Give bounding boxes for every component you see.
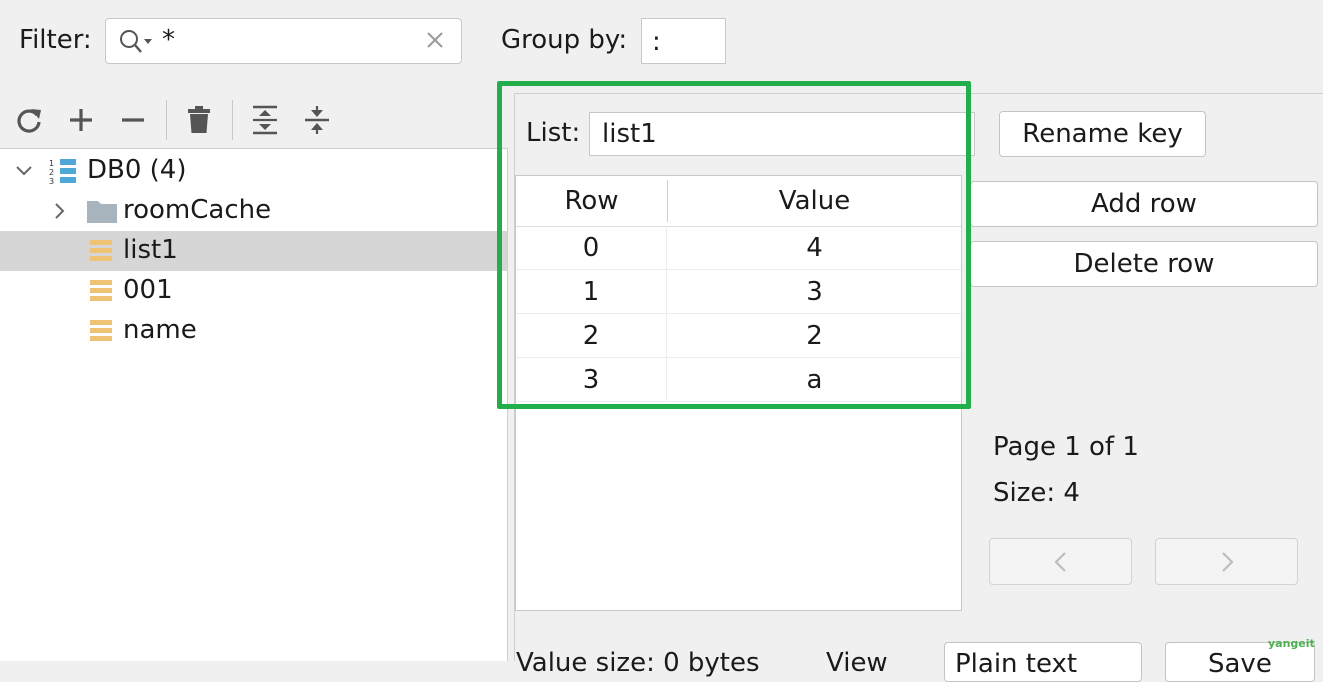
tree-db-row[interactable]: 1 2 3 DB0 (4) [0, 151, 507, 191]
save-button-label: Save [1208, 649, 1272, 679]
key-tree[interactable]: 1 2 3 DB0 (4) roomCache list1 001 name [0, 148, 508, 661]
remove-key-button[interactable] [115, 100, 151, 140]
highlight-box [497, 81, 971, 409]
list-key-icon [90, 320, 112, 341]
group-by-input[interactable]: : [641, 18, 726, 64]
remove-icon [122, 118, 144, 122]
expand-all-icon [253, 105, 277, 135]
reload-icon [17, 109, 41, 133]
folder-icon [87, 201, 117, 223]
view-mode-select[interactable]: Plain text [944, 642, 1142, 682]
expand-all-button[interactable] [247, 100, 283, 140]
tree-item-label: roomCache [123, 195, 272, 225]
tree-item-label: name [123, 315, 197, 345]
tree-db-label: DB0 (4) [87, 155, 187, 185]
toolbar-divider [166, 100, 167, 140]
next-page-button[interactable] [1155, 538, 1298, 585]
group-by-label: Group by: [501, 25, 628, 55]
add-key-button[interactable] [63, 100, 99, 140]
rename-key-button[interactable]: Rename key [999, 111, 1206, 157]
size-info: Size: 4 [993, 478, 1080, 508]
group-by-value: : [652, 27, 661, 57]
tree-item-label: 001 [123, 275, 173, 305]
list-key-icon [90, 280, 112, 301]
reload-button[interactable] [11, 100, 47, 140]
delete-button[interactable] [181, 100, 217, 140]
delete-icon [188, 106, 210, 133]
svg-text:2: 2 [49, 168, 54, 177]
chevron-left-icon [1053, 551, 1066, 572]
collapse-all-icon [305, 106, 329, 134]
tree-item-selected[interactable]: list1 [0, 231, 507, 271]
filter-label: Filter: [19, 25, 92, 55]
list-key-icon [90, 240, 112, 261]
svg-text:1: 1 [49, 159, 54, 168]
view-label: View [826, 648, 888, 678]
filter-input[interactable]: * [105, 18, 462, 64]
tree-item[interactable]: roomCache [0, 191, 507, 231]
search-icon[interactable] [118, 28, 154, 56]
tree-item-label: list1 [123, 235, 178, 265]
value-size-label: Value size: 0 bytes [516, 648, 760, 678]
tree-item[interactable]: name [0, 311, 507, 351]
view-mode-value: Plain text [955, 649, 1078, 679]
chevron-down-icon[interactable] [14, 161, 34, 181]
collapse-all-button[interactable] [299, 100, 335, 140]
previous-page-button[interactable] [989, 538, 1132, 585]
clear-icon[interactable] [423, 28, 447, 52]
toolbar-divider [232, 100, 233, 140]
tree-item[interactable]: 001 [0, 271, 507, 311]
page-info: Page 1 of 1 [993, 432, 1139, 462]
database-list-icon: 1 2 3 [49, 159, 76, 186]
chevron-right-icon [1221, 551, 1234, 572]
delete-row-button[interactable]: Delete row [970, 241, 1318, 287]
chevron-right-icon[interactable] [50, 201, 70, 221]
filter-value: * [162, 25, 175, 55]
watermark: yangeit [1268, 637, 1315, 650]
add-row-button[interactable]: Add row [970, 181, 1318, 227]
svg-text:3: 3 [49, 177, 54, 186]
add-icon [70, 109, 92, 131]
